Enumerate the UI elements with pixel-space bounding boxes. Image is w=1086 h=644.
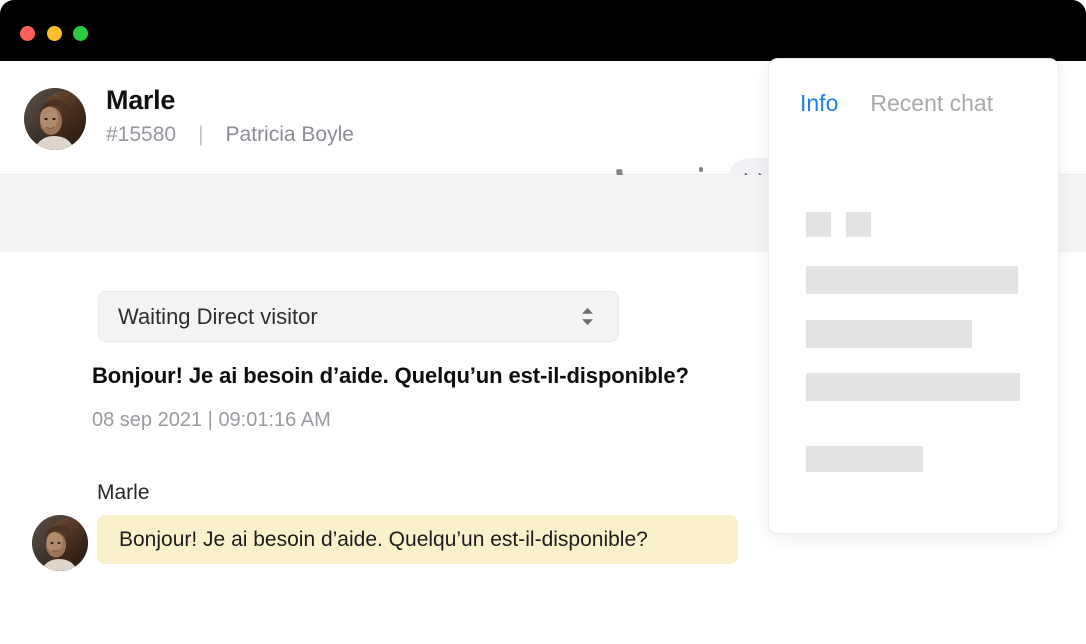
- conversation-meta: #15580 | Patricia Boyle: [106, 124, 354, 145]
- message-sender-name: Marle: [97, 481, 150, 504]
- skeleton-placeholder: [806, 320, 972, 348]
- system-message-text: Bonjour! Je ai besoin d’aide. Quelqu’un …: [92, 363, 689, 388]
- app-window: Marle #15580 | Patricia Boyle Waiting Di…: [0, 0, 1086, 644]
- window-titlebar: [0, 0, 1086, 61]
- message-time: 09:01:16 AM: [218, 409, 331, 431]
- up-down-stepper-icon: [581, 307, 594, 326]
- window-minimize-button[interactable]: [47, 26, 62, 41]
- meta-separator: |: [198, 123, 204, 146]
- kebab-dot: [698, 167, 704, 172]
- window-close-button[interactable]: [20, 26, 35, 41]
- skeleton-placeholder: [806, 446, 923, 472]
- skeleton-placeholder: [846, 212, 871, 237]
- agent-name: Patricia Boyle: [225, 123, 354, 146]
- avatar-photo: [24, 88, 86, 150]
- message-date: 08 sep 2021: [92, 409, 203, 431]
- info-panel: Info Recent chat: [768, 58, 1059, 534]
- window-maximize-button[interactable]: [73, 26, 88, 41]
- page-title: Marle: [106, 85, 176, 115]
- tab-info[interactable]: Info: [800, 92, 838, 115]
- skeleton-placeholder: [806, 266, 1018, 294]
- ticket-id: #15580: [106, 123, 177, 146]
- conversation-status-value: Waiting Direct visitor: [118, 303, 318, 329]
- conversation-status-select[interactable]: Waiting Direct visitor: [98, 291, 619, 342]
- message-avatar: [32, 515, 88, 571]
- info-panel-tabs: Info Recent chat: [800, 92, 993, 115]
- chat-message-bubble: Bonjour! Je ai besoin d’aide. Quelqu’un …: [97, 515, 738, 564]
- skeleton-placeholder: [806, 373, 1020, 401]
- timestamp-separator: |: [207, 409, 213, 431]
- system-message-timestamp: 08 sep 2021 | 09:01:16 AM: [92, 410, 331, 430]
- tab-recent-chat[interactable]: Recent chat: [870, 92, 993, 115]
- avatar: [24, 88, 86, 150]
- skeleton-placeholder: [806, 212, 831, 237]
- avatar-photo: [32, 515, 88, 571]
